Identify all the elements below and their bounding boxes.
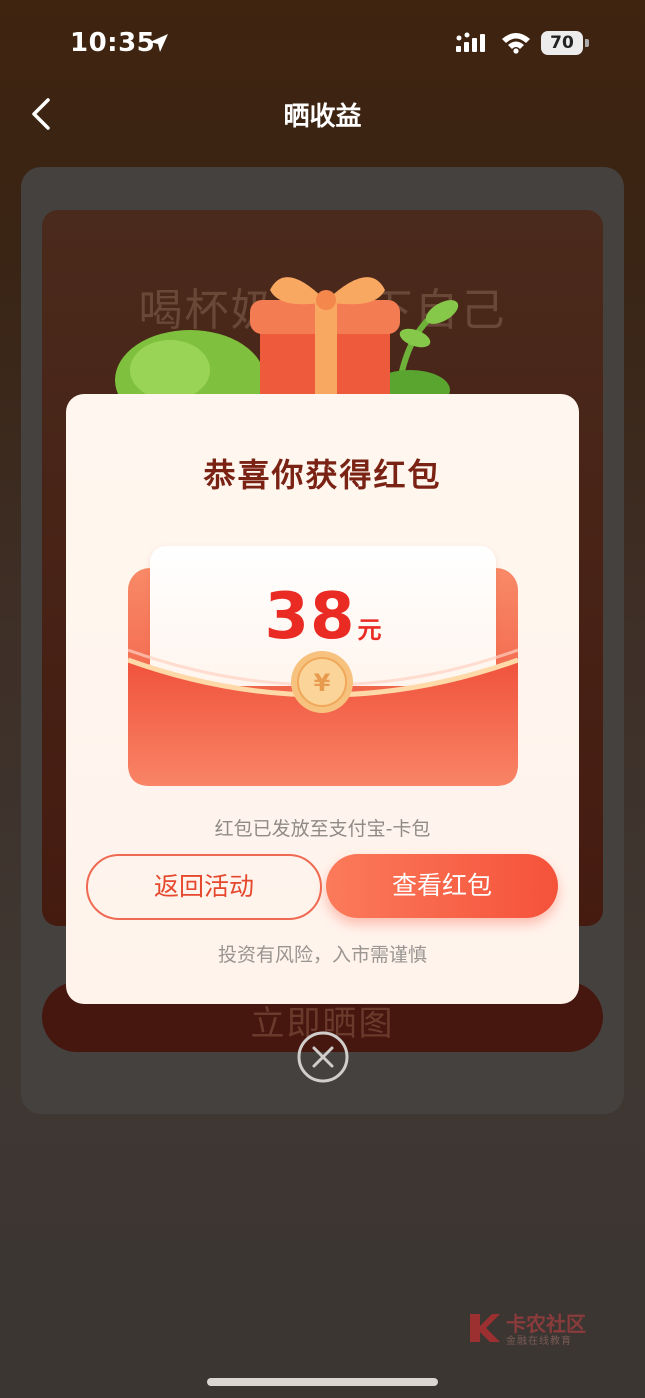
- page-title: 晒收益: [283, 102, 362, 132]
- battery-level: 70: [550, 33, 574, 53]
- return-to-activity-button[interactable]: 返回活动: [86, 854, 322, 920]
- svg-text:¥: ¥: [314, 669, 331, 697]
- yuan-coin-icon: ¥: [291, 651, 353, 713]
- red-envelope: 38元 ¥: [128, 542, 518, 787]
- location-arrow-icon: [150, 34, 168, 52]
- status-time: 10:35: [70, 28, 156, 58]
- wifi-icon: [502, 33, 530, 54]
- home-indicator[interactable]: [207, 1378, 438, 1386]
- watermark: 卡农社区 金融在线教育: [466, 1308, 596, 1348]
- view-red-packet-button[interactable]: 查看红包: [326, 854, 558, 918]
- gift-box-illustration: [115, 277, 459, 410]
- close-icon[interactable]: [296, 1030, 350, 1084]
- popup-title: 恭喜你获得红包: [203, 456, 442, 494]
- delivery-notice: 红包已发放至支付宝-卡包: [214, 818, 431, 840]
- watermark-logo-icon: [470, 1314, 500, 1342]
- cellular-signal-icon: [456, 32, 485, 52]
- watermark-subtitle: 金融在线教育: [506, 1336, 572, 1347]
- status-bar: 10:35 70: [0, 0, 645, 88]
- battery-cap: [585, 39, 589, 47]
- battery-indicator: 70: [541, 31, 589, 55]
- red-packet-popup: 恭喜你获得红包 38元 ¥ 红包已发放至支付宝-卡包 返回活动 查看红包 投资有…: [66, 394, 579, 1004]
- risk-disclaimer: 投资有风险，入市需谨慎: [217, 944, 427, 966]
